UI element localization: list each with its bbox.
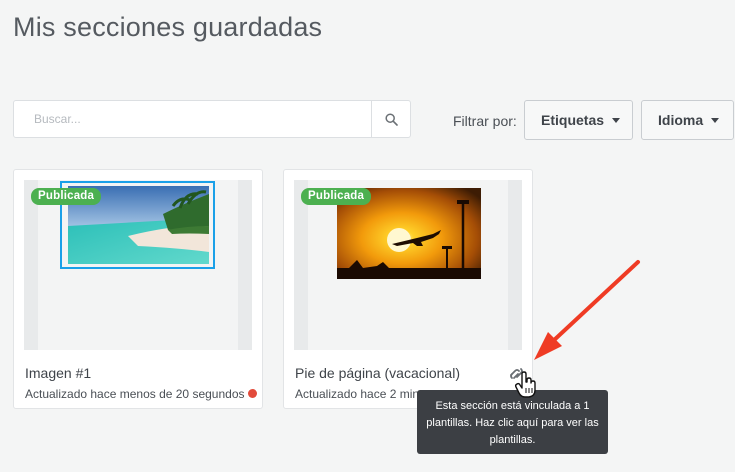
page-title: Mis secciones guardadas [13, 12, 323, 42]
section-preview[interactable] [294, 180, 522, 350]
status-badge: Publicada [31, 188, 102, 205]
card-title: Imagen #1 [25, 365, 92, 381]
language-dropdown-label: Idioma [658, 112, 704, 128]
search-input[interactable] [14, 101, 372, 137]
section-card[interactable]: Publicada Pie de página (vacacional) Act… [283, 169, 533, 409]
section-preview[interactable] [24, 180, 252, 350]
linked-templates-tooltip: Esta sección está vinculada a 1 plantill… [417, 390, 608, 454]
caret-down-icon [612, 117, 621, 123]
section-card[interactable]: Publicada Imagen #1 Actualizado hace men… [13, 169, 263, 409]
search-box [13, 100, 411, 138]
card-updated-time: Actualizado hace menos de 20 segundos [25, 387, 245, 401]
hand-pointer-icon [514, 371, 536, 398]
tags-dropdown-label: Etiquetas [541, 112, 605, 128]
unsaved-status-dot [248, 389, 257, 398]
search-icon [384, 112, 398, 126]
card-title: Pie de página (vacacional) [295, 365, 460, 381]
tags-dropdown[interactable]: Etiquetas [524, 100, 633, 140]
filter-label: Filtrar por: [453, 113, 517, 129]
search-button[interactable] [371, 101, 410, 137]
status-badge: Publicada [301, 188, 372, 205]
caret-down-icon [711, 117, 720, 123]
language-dropdown[interactable]: Idioma [641, 100, 734, 140]
annotation-arrow-icon [534, 260, 640, 360]
